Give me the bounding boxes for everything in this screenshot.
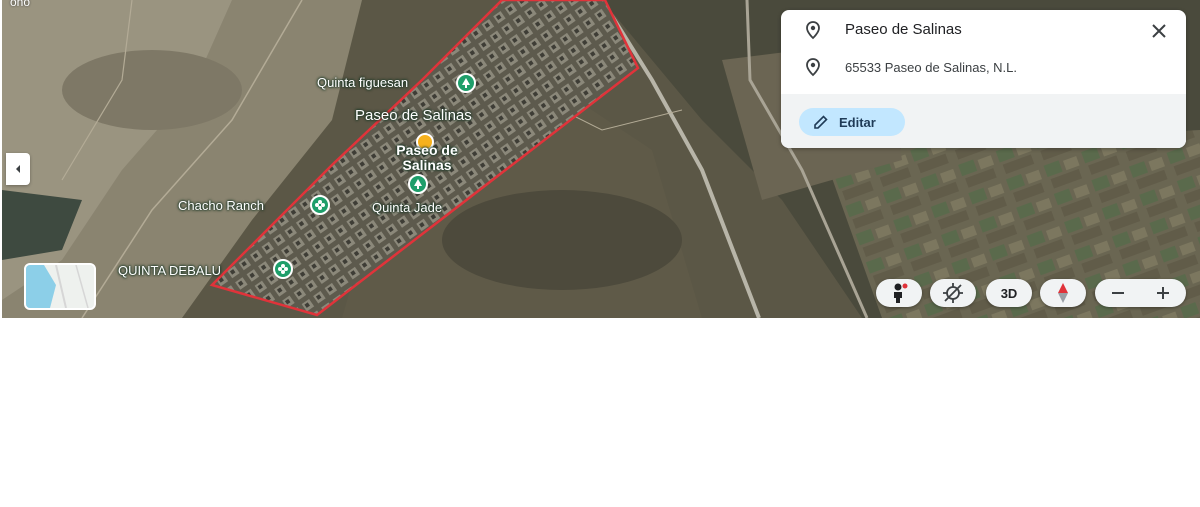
label-quinta-figuesan[interactable]: Quinta figuesan [317,75,408,90]
street-view-button[interactable] [876,279,922,307]
tilt-icon [943,283,963,303]
label-line2: Salinas [402,157,452,173]
map-corner-text: ono [10,0,31,9]
edit-label: Editar [839,114,876,130]
compass-icon [1058,283,1068,303]
close-icon[interactable] [1150,22,1168,40]
label-chacho-ranch[interactable]: Chacho Ranch [178,198,264,213]
poi-tree-icon[interactable] [408,174,428,194]
address-pin-icon [806,58,820,77]
map-type-toggle[interactable] [24,263,96,310]
satellite-map[interactable]: ono Quinta figuesan Paseo de Salinas Pas… [2,0,1200,318]
place-card: Paseo de Salinas 65533 Paseo de Salinas,… [781,10,1186,148]
place-pin-icon [806,21,820,40]
zoom-controls [1095,279,1186,307]
poi-flower-icon[interactable] [273,259,293,279]
label-quinta-jade[interactable]: Quinta Jade [372,200,442,215]
collapse-panel-button[interactable] [6,153,30,185]
plus-icon[interactable] [1154,284,1172,302]
compass-button[interactable] [1040,279,1086,307]
place-title: Paseo de Salinas [845,21,962,38]
edit-button[interactable]: Editar [799,108,905,136]
chevron-left-icon [16,165,20,173]
minus-icon[interactable] [1109,284,1127,302]
place-card-footer: Editar [781,94,1186,148]
poi-tree-icon[interactable] [456,73,476,93]
label-line1: Paseo de [396,142,458,158]
3d-label: 3D [1000,285,1018,301]
3d-button[interactable]: 3D [986,279,1032,307]
pegman-icon [894,283,908,303]
poi-flower-icon[interactable] [310,195,330,215]
place-address[interactable]: 65533 Paseo de Salinas, N.L. [845,59,1017,77]
label-paseo-de-salinas-pin[interactable]: Paseo de Salinas [387,143,467,173]
map-thumbnail-icon [26,265,94,308]
pencil-icon [814,115,828,129]
label-quinta-debalu[interactable]: QUINTA DEBALU [118,263,221,278]
label-paseo-de-salinas-area: Paseo de Salinas [355,107,472,124]
tilt-button[interactable] [930,279,976,307]
